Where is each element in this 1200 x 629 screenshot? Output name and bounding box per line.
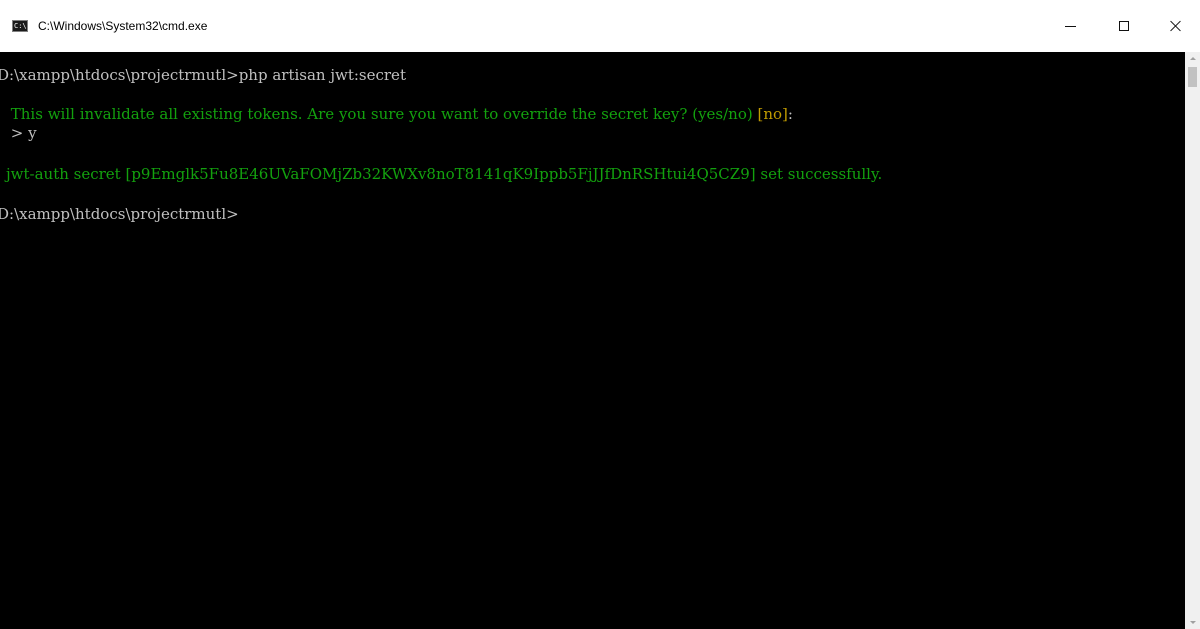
prompt-line-2: D:\xampp\htdocs\projectrmutl>: [0, 205, 239, 223]
prompt-line-1: D:\xampp\htdocs\projectrmutl>php artisan…: [0, 65, 406, 85]
maximize-icon: [1119, 21, 1129, 31]
question-default: [no]: [757, 105, 788, 123]
minimize-button[interactable]: [1043, 0, 1097, 52]
console-output[interactable]: D:\xampp\htdocs\projectrmutl>php artisan…: [0, 52, 1185, 629]
vertical-scrollbar[interactable]: [1185, 52, 1200, 629]
result-line: jwt-auth secret [p9Emglk5Fu8E46UVaFOMjZb…: [6, 165, 883, 183]
answer-line: > y: [6, 124, 37, 142]
cmd-icon[interactable]: C:\.: [12, 20, 28, 32]
scroll-up-button[interactable]: [1185, 52, 1200, 65]
chevron-down-icon: [1189, 621, 1196, 624]
question-text: This will invalidate all existing tokens…: [6, 105, 758, 123]
scroll-down-button[interactable]: [1185, 616, 1200, 629]
question-suffix: :: [787, 105, 793, 123]
chevron-up-icon: [1189, 57, 1196, 60]
cmd-window: C:\. C:\Windows\System32\cmd.exe D:\xamp…: [0, 0, 1200, 629]
window-title: C:\Windows\System32\cmd.exe: [38, 19, 208, 33]
close-icon: [1170, 20, 1182, 32]
command-text: php artisan jwt:secret: [238, 66, 406, 84]
title-bar[interactable]: C:\. C:\Windows\System32\cmd.exe: [0, 0, 1200, 52]
scrollbar-thumb[interactable]: [1188, 67, 1197, 87]
minimize-icon: [1064, 25, 1076, 27]
maximize-button[interactable]: [1097, 0, 1151, 52]
close-button[interactable]: [1151, 0, 1200, 52]
confirm-question-line: This will invalidate all existing tokens…: [6, 104, 793, 124]
prompt-path: D:\xampp\htdocs\projectrmutl>: [0, 66, 239, 84]
